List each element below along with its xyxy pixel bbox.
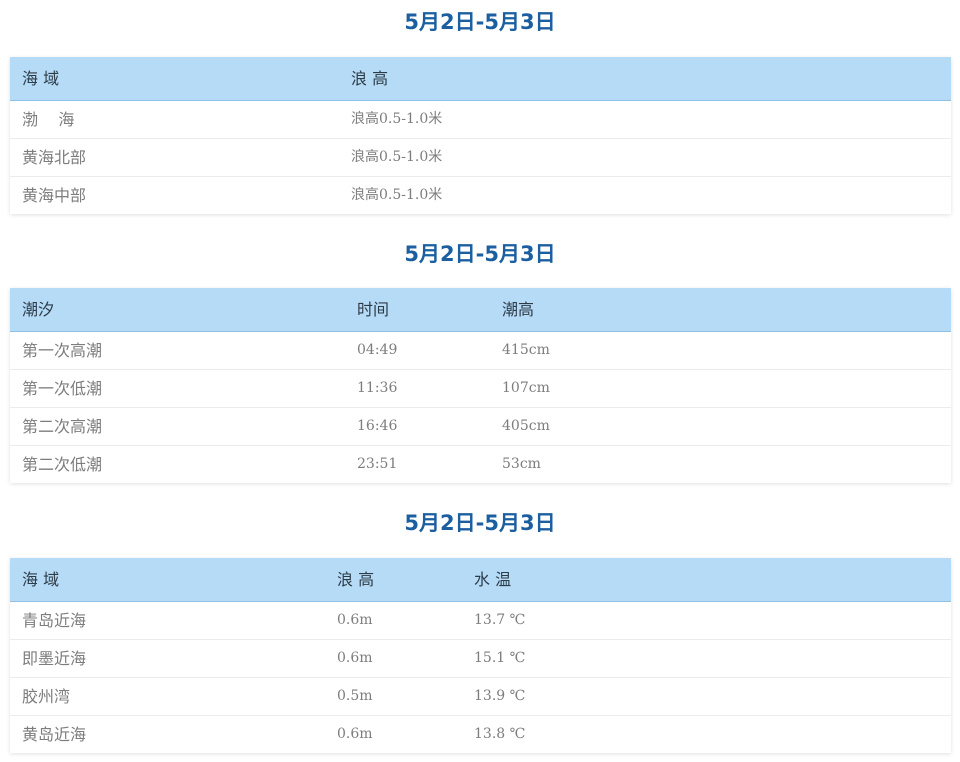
tide-forecast-table: 潮汐 时间 潮高 第一次高潮 04:49 415cm 第一次低潮 11:36 1… — [10, 288, 951, 483]
water-temperature-cell: 15.1 ℃ — [474, 650, 526, 666]
table-row: 黄海中部 浪高0.5-1.0米 — [10, 177, 951, 214]
column-header-tide: 潮汐 — [22, 300, 55, 319]
tide-height-cell: 405cm — [502, 418, 550, 434]
tide-height-cell: 53cm — [502, 456, 541, 472]
table-row: 青岛近海 0.6m 13.7 ℃ — [10, 602, 951, 640]
sea-area-cell: 青岛近海 — [22, 611, 87, 630]
column-header-wave-height: 浪 高 — [337, 570, 375, 589]
wave-height-cell: 0.5m — [337, 688, 373, 704]
wave-height-cell: 0.6m — [337, 726, 373, 742]
sea-area-cell: 即墨近海 — [22, 649, 87, 668]
table-row: 即墨近海 0.6m 15.1 ℃ — [10, 640, 951, 678]
nearshore-forecast-title: 5月2日-5月3日 — [404, 511, 556, 535]
wave-forecast-title: 5月2日-5月3日 — [404, 10, 556, 34]
sea-area-cell: 黄海北部 — [22, 148, 87, 167]
column-header-sea-area: 海 域 — [22, 69, 60, 88]
sea-area-cell: 黄岛近海 — [22, 725, 87, 744]
table-header: 海 域 浪 高 — [10, 57, 951, 101]
wave-forecast-table: 海 域 浪 高 渤 海 浪高0.5-1.0米 黄海北部 浪高0.5-1.0米 黄… — [10, 57, 951, 214]
wave-height-cell: 浪高0.5-1.0米 — [351, 187, 443, 203]
tide-event-cell: 第二次低潮 — [22, 455, 103, 474]
table-row: 黄岛近海 0.6m 13.8 ℃ — [10, 716, 951, 753]
nearshore-forecast-table: 海 域 浪 高 水 温 青岛近海 0.6m 13.7 ℃ 即墨近海 0.6m 1… — [10, 558, 951, 753]
wave-height-cell: 0.6m — [337, 612, 373, 628]
tide-time-cell: 04:49 — [357, 342, 398, 358]
tide-height-cell: 415cm — [502, 342, 550, 358]
tide-event-cell: 第一次低潮 — [22, 379, 103, 398]
column-header-water-temperature: 水 温 — [474, 570, 512, 589]
sea-area-cell: 胶州湾 — [22, 687, 71, 706]
wave-height-cell: 0.6m — [337, 650, 373, 666]
column-header-time: 时间 — [357, 300, 390, 319]
table-row: 第一次低潮 11:36 107cm — [10, 370, 951, 408]
table-row: 第一次高潮 04:49 415cm — [10, 332, 951, 370]
table-header: 潮汐 时间 潮高 — [10, 288, 951, 332]
water-temperature-cell: 13.8 ℃ — [474, 726, 526, 742]
table-header: 海 域 浪 高 水 温 — [10, 558, 951, 602]
column-header-tide-height: 潮高 — [502, 300, 535, 319]
table-row: 第二次高潮 16:46 405cm — [10, 408, 951, 446]
table-row: 黄海北部 浪高0.5-1.0米 — [10, 139, 951, 177]
tide-event-cell: 第二次高潮 — [22, 417, 103, 436]
table-row: 胶州湾 0.5m 13.9 ℃ — [10, 678, 951, 716]
tide-event-cell: 第一次高潮 — [22, 341, 103, 360]
wave-height-cell: 浪高0.5-1.0米 — [351, 111, 443, 127]
column-header-wave-height: 浪 高 — [351, 69, 389, 88]
column-header-sea-area: 海 域 — [22, 570, 60, 589]
tide-time-cell: 16:46 — [357, 418, 398, 434]
sea-area-cell: 渤 海 — [22, 110, 75, 129]
wave-height-cell: 浪高0.5-1.0米 — [351, 149, 443, 165]
water-temperature-cell: 13.7 ℃ — [474, 612, 526, 628]
tide-height-cell: 107cm — [502, 380, 550, 396]
tide-time-cell: 11:36 — [357, 380, 398, 396]
tide-time-cell: 23:51 — [357, 456, 398, 472]
tide-forecast-title: 5月2日-5月3日 — [404, 242, 556, 266]
sea-area-cell: 黄海中部 — [22, 186, 87, 205]
table-row: 第二次低潮 23:51 53cm — [10, 446, 951, 483]
table-row: 渤 海 浪高0.5-1.0米 — [10, 101, 951, 139]
water-temperature-cell: 13.9 ℃ — [474, 688, 526, 704]
